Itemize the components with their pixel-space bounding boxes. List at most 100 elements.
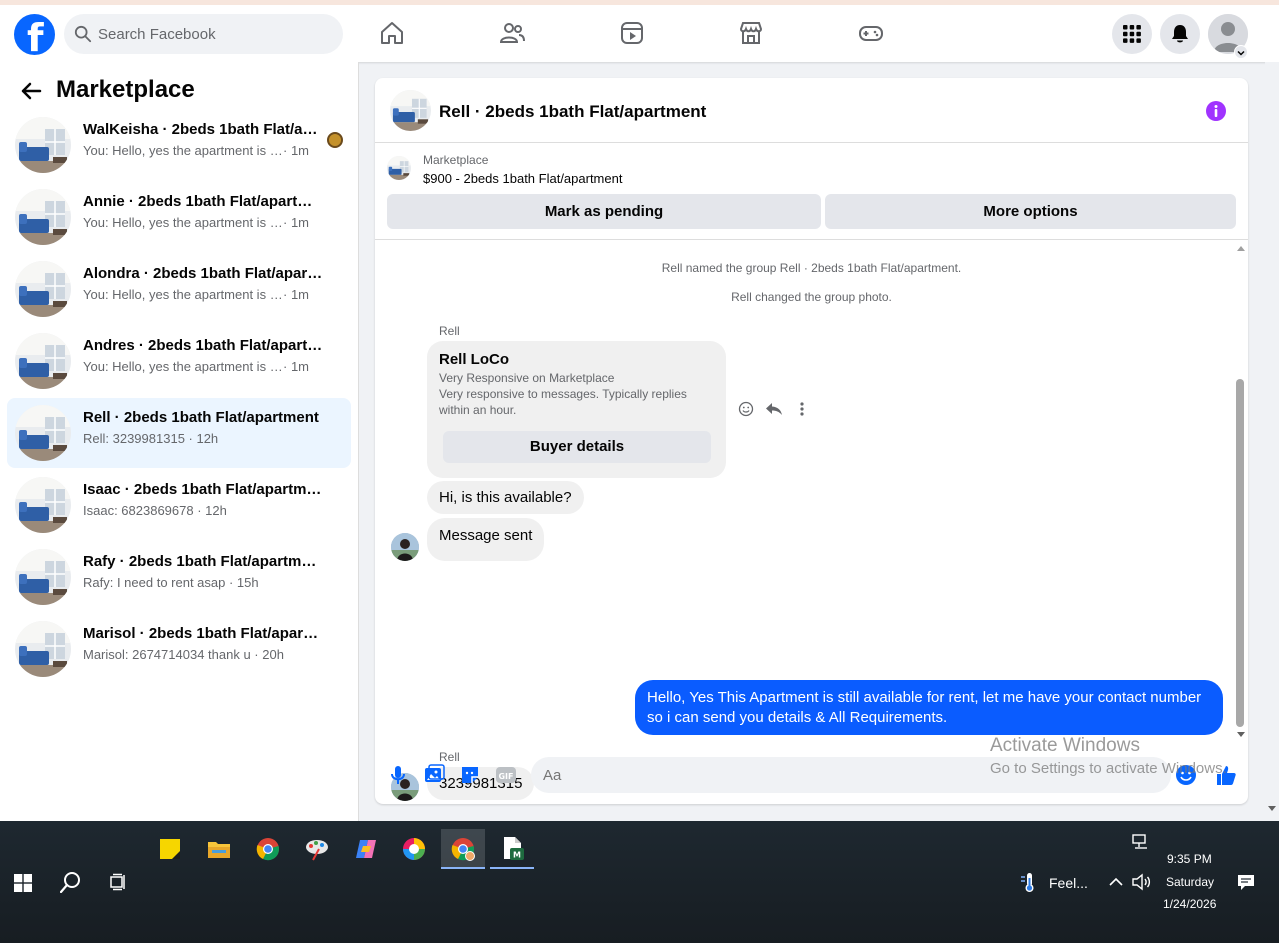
profile-name: Rell LoCo [439,351,509,368]
listing-photo-icon [15,117,71,173]
seen-by-avatar [327,132,343,148]
chrome-profile-icon [451,838,475,861]
show-hidden-icons-chevron-icon[interactable] [1109,877,1123,887]
taskbar-chrome[interactable] [246,829,290,869]
listing-photo-icon [390,90,431,131]
conversation-title: Rafy · 2beds 1bath Flat/apartment [83,553,323,570]
weather-text[interactable]: Feel... [1049,875,1088,891]
conversation-preview-line: You: Hello, yes the apartment is still a… [83,287,309,302]
conversation-title: Alondra · 2beds 1bath Flat/apartm... [83,265,323,282]
chat-title[interactable]: Rell · 2beds 1bath Flat/apartment [439,102,706,122]
page-scrollbar[interactable] [1265,62,1279,821]
conversation-thumbnail [15,621,71,677]
conversation-preview-line: Rell: 3239981315 · 12h [83,431,218,446]
menu-grid-button[interactable] [1112,14,1152,54]
page-scroll-down-icon[interactable] [1268,805,1276,813]
document-icon: M [504,837,524,860]
scroll-up-arrow-icon[interactable] [1236,244,1246,252]
scroll-down-arrow-icon[interactable] [1236,731,1246,739]
weather-thermometer-icon[interactable] [1018,871,1040,893]
more-options-button[interactable]: More options [825,194,1236,229]
marketplace-icon[interactable] [737,19,765,47]
chrome-icon [256,838,279,861]
reply-icon[interactable] [765,400,783,418]
conversation-preview: Isaac: 6823869678 [83,503,194,518]
conversation-item[interactable]: WalKeisha · 2beds 1bath Flat/ap... You: H… [7,110,351,180]
clock-date[interactable]: 1/24/2026 [1163,897,1216,911]
react-emoji-icon[interactable] [738,401,754,417]
task-view-icon[interactable] [110,873,128,891]
conversation-preview-line: You: Hello, yes the apartment is still a… [83,359,309,374]
facebook-logo[interactable]: f [14,14,55,60]
conversation-title: Andres · 2beds 1bath Flat/apartment [83,337,323,354]
taskbar-document-app[interactable]: M [490,829,534,869]
conversation-preview: You: Hello, yes the apartment is still a… [83,287,283,302]
listing-description[interactable]: $900 - 2beds 1bath Flat/apartment [423,171,622,186]
video-icon[interactable] [618,19,646,47]
action-center-icon[interactable] [1237,873,1255,891]
taskbar-chrome-profile-active[interactable] [441,829,485,869]
conversation-preview-line: You: Hello, yes the apartment is sti... ·… [83,143,309,158]
seller-profile-card: Rell LoCo Very Responsive on Marketplace… [427,341,726,478]
conversation-thumbnail [15,189,71,245]
conversation-thumbnail [15,333,71,389]
sidebar-title: Marketplace [56,76,195,103]
scrollbar-thumb[interactable] [1236,379,1244,727]
windows-taskbar: M Feel... 9:35 PM Saturday 1/24/2026 [0,821,1279,943]
listing-photo-icon [15,189,71,245]
conversation-title: Marisol · 2beds 1bath Flat/apartm... [83,625,323,642]
sender-avatar[interactable] [391,533,419,561]
conversation-item[interactable]: Alondra · 2beds 1bath Flat/apartm... You:… [7,254,351,324]
buyer-details-button[interactable]: Buyer details [443,431,711,463]
notifications-button[interactable] [1160,14,1200,54]
speaker-volume-icon[interactable] [1131,873,1151,891]
info-icon[interactable] [1205,100,1227,122]
system-message: Rell changed the group photo. [731,290,892,304]
taskbar-paint[interactable] [295,829,339,869]
profile-responsiveness: Very responsive to messages. Typically r… [439,387,687,401]
conversation-title: Rell · 2beds 1bath Flat/apartment [83,409,319,426]
taskbar-file-explorer[interactable] [197,829,241,869]
account-menu-caret[interactable] [1234,45,1248,59]
search-box [64,14,343,54]
back-arrow-icon[interactable] [20,80,42,102]
conversation-title: WalKeisha · 2beds 1bath Flat/ap... [83,121,323,138]
conversation-time: · 12h [184,431,219,446]
microphone-icon[interactable] [387,764,409,786]
more-actions-icon[interactable] [797,401,807,417]
chat-listing-thumbnail[interactable] [390,90,431,131]
taskbar-photos[interactable] [392,829,436,869]
conversation-item[interactable]: Andres · 2beds 1bath Flat/apartment You: … [7,326,351,396]
message-thread: Rell named the group Rell · 2beds 1bath … [375,241,1248,801]
mark-as-pending-button[interactable]: Mark as pending [387,194,821,229]
notifications-bell-icon [1172,25,1188,43]
gaming-icon[interactable] [857,19,885,47]
conversation-item[interactable]: Isaac · 2beds 1bath Flat/apartment Isaac:… [7,470,351,540]
photo-icon[interactable] [423,764,445,786]
clock-time[interactable]: 9:35 PM [1167,852,1212,866]
copilot-icon [356,840,376,858]
chat-scrollbar[interactable] [1234,241,1248,741]
clock-day[interactable]: Saturday [1166,875,1214,889]
home-icon[interactable] [378,19,406,47]
activate-windows-instructions: Go to Settings to activate Windows. [990,760,1227,777]
windows-start-icon[interactable] [14,874,32,892]
search-icon [74,25,92,43]
top-navigation-bar: f [0,0,1279,62]
taskbar-search-icon[interactable] [60,871,82,893]
listing-thumbnail[interactable] [387,156,411,180]
conversation-item[interactable]: Rafy · 2beds 1bath Flat/apartment Rafy: I… [7,542,351,612]
friends-icon[interactable] [498,19,526,47]
conversation-item[interactable]: Marisol · 2beds 1bath Flat/apartm... Mari… [7,614,351,684]
gif-icon[interactable]: GIF [495,764,517,786]
marketplace-inbox-sidebar: Marketplace WalKeisha · 2beds 1bath Flat… [0,62,359,821]
conversation-item[interactable]: Annie · 2beds 1bath Flat/apartment You: H… [7,182,351,252]
conversation-item[interactable]: Rell · 2beds 1bath Flat/apartment Rell: 3… [7,398,351,468]
sticker-icon[interactable] [459,764,481,786]
search-input[interactable] [98,14,333,54]
taskbar-sticky-notes[interactable] [148,829,192,869]
taskbar-copilot[interactable] [344,829,388,869]
incoming-message: Hi, is this available? [427,481,584,514]
listing-photo-icon [15,621,71,677]
network-icon[interactable] [1132,834,1150,850]
